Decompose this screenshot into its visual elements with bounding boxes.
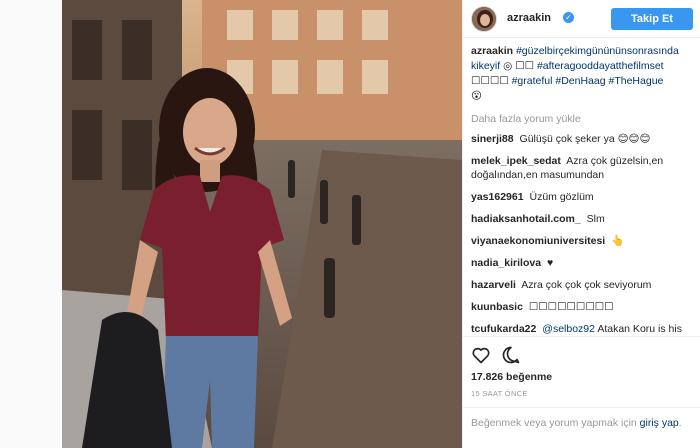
- comment-username[interactable]: hazarveli: [471, 279, 516, 291]
- add-comment-area: Beğenmek veya yorum yapmak için giriş ya…: [463, 407, 700, 448]
- login-link[interactable]: giriş yap: [640, 417, 679, 429]
- like-count[interactable]: 17.826 beğenme: [471, 371, 552, 383]
- avatar-image: [472, 7, 496, 31]
- post-caption: azraakin #güzelbirçekimgünününsonrasında…: [471, 44, 693, 104]
- post-header: azraakin ✓ Takip Et: [463, 0, 700, 38]
- comment-text: Üzüm gözlüm: [529, 191, 594, 203]
- caption-hashtag[interactable]: #grateful: [512, 75, 553, 87]
- post-timestamp: 15 SAAT ÖNCE: [471, 389, 528, 398]
- caption-emoji: ◎ ☐☐: [503, 60, 535, 72]
- post-side-panel: azraakin ✓ Takip Et azraakin #güzelbirçe…: [462, 0, 700, 448]
- comment-text: ☐☐☐☐☐☐☐☐☐: [528, 301, 614, 313]
- comment-mention[interactable]: @selboz92: [542, 323, 595, 334]
- instagram-post: azraakin ✓ Takip Et azraakin #güzelbirçe…: [0, 0, 700, 448]
- comment-username[interactable]: kuunbasic: [471, 301, 523, 313]
- comment-username[interactable]: melek_ipek_sedat: [471, 155, 561, 167]
- comment-bubble-icon[interactable]: [501, 345, 521, 365]
- comment-item: melek_ipek_sedat Azra çok güzelsin,en do…: [471, 154, 693, 182]
- caption-emoji: 😮: [471, 90, 482, 102]
- username-link[interactable]: azraakin: [507, 12, 551, 24]
- comment-text: 👆: [611, 235, 625, 247]
- comment-username[interactable]: nadia_kirilova: [471, 257, 541, 269]
- caption-hashtag[interactable]: #DenHaag: [555, 75, 605, 87]
- post-photo[interactable]: [62, 0, 462, 448]
- caption-hashtag[interactable]: #güzelbirçekimgünününsonrasında: [516, 45, 679, 57]
- login-prompt-period: .: [678, 417, 682, 429]
- comment-text: Azra çok çok çok seviyorum: [521, 279, 652, 291]
- comment-item: hazarveli Azra çok çok çok seviyorum: [471, 278, 693, 292]
- caption-hashtag[interactable]: #afteragooddayatthefilmset: [537, 60, 664, 72]
- comment-item: kuunbasic ☐☐☐☐☐☐☐☐☐: [471, 300, 693, 314]
- load-more-comments-link[interactable]: Daha fazla yorum yükle: [471, 113, 693, 125]
- comment-username[interactable]: viyanaekonomiuniversitesi: [471, 235, 605, 247]
- comment-username[interactable]: sinerji88: [471, 133, 514, 145]
- comment-item: sinerji88 Gülüşü çok şeker ya 😊😊😊: [471, 132, 693, 146]
- comment-item: nadia_kirilova ♥: [471, 256, 693, 270]
- post-actions: 17.826 beğenme 15 SAAT ÖNCE Beğenmek vey…: [463, 336, 700, 448]
- caption-hashtag[interactable]: #TheHague: [609, 75, 664, 87]
- caption-username[interactable]: azraakin: [471, 45, 513, 57]
- photo-illustration: [62, 0, 462, 448]
- comment-username[interactable]: tcufukarda22: [471, 323, 536, 334]
- comment-item: hadiaksanhotail.com_ Slm: [471, 212, 693, 226]
- comment-list[interactable]: azraakin #güzelbirçekimgünününsonrasında…: [463, 44, 700, 334]
- caption-emoji: ☐☐☐☐: [471, 75, 509, 87]
- comment-text: ♥: [546, 257, 554, 269]
- login-prompt-text: Beğenmek veya yorum yapmak için: [471, 417, 637, 429]
- comment-text: Slm: [586, 213, 605, 225]
- comment-item: tcufukarda22 @selboz92 Atakan Koru is hi…: [471, 322, 693, 334]
- comment-text: Gülüşü çok şeker ya 😊😊😊: [519, 133, 651, 145]
- comment-item: yas162961 Üzüm gözlüm: [471, 190, 693, 204]
- heart-icon[interactable]: [471, 345, 491, 365]
- follow-button[interactable]: Takip Et: [611, 8, 693, 30]
- caption-hashtag-cont[interactable]: kikeyif: [471, 60, 500, 72]
- avatar[interactable]: [471, 6, 497, 32]
- verified-badge-icon: ✓: [563, 12, 574, 23]
- comment-username[interactable]: hadiaksanhotail.com_: [471, 213, 581, 225]
- comment-username[interactable]: yas162961: [471, 191, 524, 203]
- comment-item: viyanaekonomiuniversitesi 👆: [471, 234, 693, 248]
